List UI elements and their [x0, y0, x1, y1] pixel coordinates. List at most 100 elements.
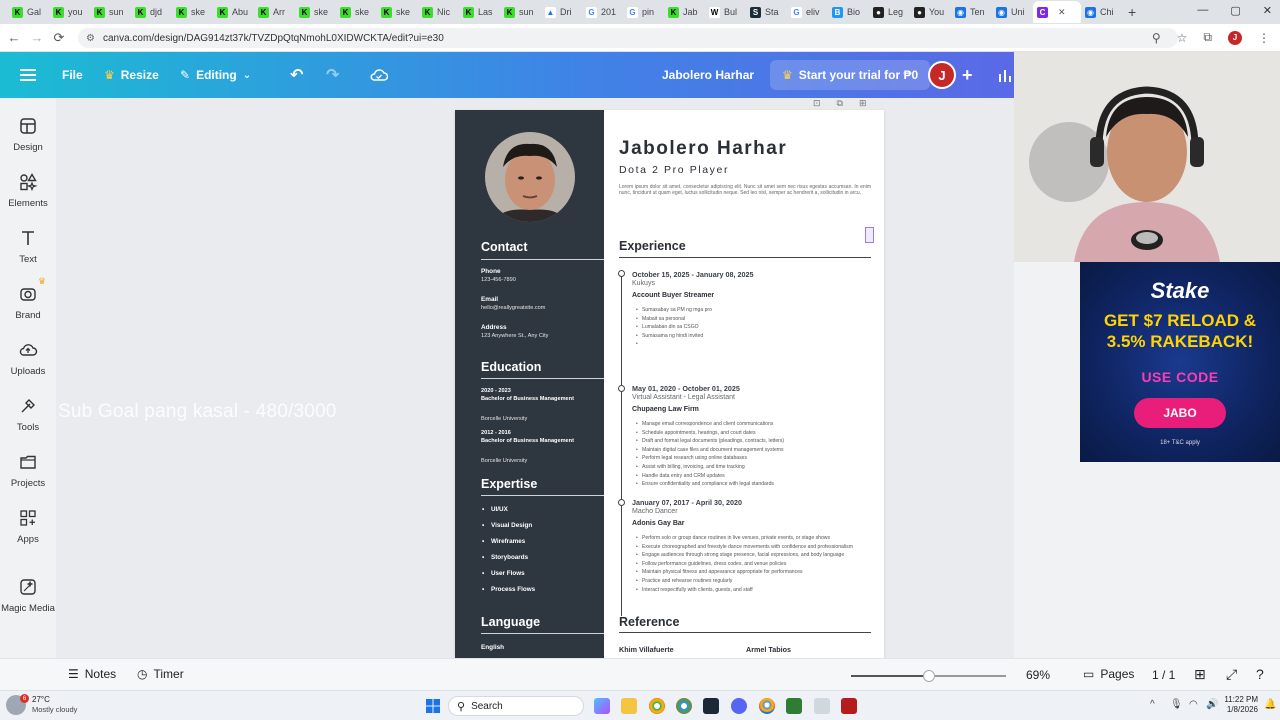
- weather-desc[interactable]: Mostly cloudy: [32, 705, 77, 714]
- job-duties[interactable]: Manage email correspondence and client c…: [636, 420, 872, 489]
- address-value[interactable]: 123 Anywhere St., Any City: [481, 333, 548, 340]
- sidebar-item-elements[interactable]: Elements: [0, 172, 56, 209]
- editing-mode-button[interactable]: ✎ Editing ⌄: [180, 52, 251, 98]
- windows-start-icon[interactable]: [426, 699, 440, 716]
- browser-tab[interactable]: Ksun: [500, 1, 541, 23]
- chrome-icon[interactable]: [649, 698, 665, 714]
- page-counter[interactable]: 1 / 1: [1152, 668, 1175, 682]
- email-value[interactable]: hello@reallygreatsite.com: [481, 305, 545, 312]
- browser-tab[interactable]: Kdjd: [131, 1, 172, 23]
- education-heading[interactable]: Education: [481, 360, 541, 374]
- grid-view-icon[interactable]: ⊞: [1194, 666, 1206, 683]
- pages-button[interactable]: ▭ Pages: [1083, 667, 1134, 681]
- start-trial-button[interactable]: ♛ Start your trial for ₱0: [770, 60, 931, 90]
- expertise-item[interactable]: User Flows: [482, 570, 524, 577]
- expertise-item[interactable]: Wireframes: [482, 538, 525, 545]
- job-dates[interactable]: October 15, 2025 - January 08, 2025: [632, 270, 753, 279]
- browser-tab[interactable]: K Jab: [664, 1, 705, 23]
- clock-time[interactable]: 11:22 PM: [1222, 695, 1258, 704]
- browser-tab[interactable]: ◉ Uni: [992, 1, 1033, 23]
- new-tab-icon[interactable]: +: [1128, 4, 1136, 20]
- address-label[interactable]: Address: [481, 324, 507, 331]
- expertise-item[interactable]: Process Flows: [482, 586, 535, 593]
- job-company[interactable]: Chupaeng Law Firm: [632, 406, 699, 413]
- zoom-icon[interactable]: ⚲: [1152, 31, 1161, 45]
- resize-button[interactable]: ♛ Resize: [104, 52, 159, 98]
- zoom-percent[interactable]: 69%: [1026, 668, 1050, 682]
- sidebar-item-design[interactable]: Design: [0, 116, 56, 153]
- sidebar-item-uploads[interactable]: Uploads: [0, 340, 56, 377]
- browser-tab[interactable]: W Bul: [705, 1, 746, 23]
- timer-button[interactable]: ◷ Timer: [137, 667, 184, 681]
- notes-button[interactable]: ☰ Notes: [68, 667, 116, 681]
- zoom-slider-handle[interactable]: [922, 670, 935, 682]
- discord-icon[interactable]: [731, 698, 747, 714]
- url-field[interactable]: ⚙ canva.com/design/DAG914zt37k/TVZDpQtqN…: [78, 28, 1178, 48]
- browser-tab[interactable]: G 201: [582, 1, 623, 23]
- browser-menu-icon[interactable]: ⋮: [1258, 31, 1270, 45]
- copilot-icon[interactable]: [594, 698, 610, 714]
- experience-heading[interactable]: Experience: [619, 239, 686, 253]
- browser-tab[interactable]: Kske: [295, 1, 336, 23]
- forward-icon[interactable]: →: [26, 30, 48, 45]
- browser-tab[interactable]: K Gal: [8, 1, 49, 23]
- sidebar-item-text[interactable]: Text: [0, 228, 56, 265]
- browser-tab[interactable]: Ksun: [90, 1, 131, 23]
- job-title[interactable]: Virtual Assistant - Legal Assistant: [632, 394, 735, 401]
- clock-date[interactable]: 1/8/2026: [1222, 705, 1258, 714]
- stake-ad-banner[interactable]: Stake GET $7 RELOAD & 3.5% RAKEBACK! USE…: [1080, 262, 1280, 462]
- steam-icon[interactable]: [703, 698, 719, 714]
- sidebar-item-projects[interactable]: Projects: [0, 452, 56, 489]
- close-window-icon[interactable]: ✕: [1263, 4, 1272, 17]
- taskbar-search[interactable]: ⚲ Search: [448, 696, 584, 716]
- resume-name[interactable]: Jabolero Harhar: [619, 138, 787, 160]
- microphone-icon[interactable]: 🎙: [1170, 699, 1183, 710]
- design-canvas[interactable]: ⊡ ⧉ ⊞ Contact Phone 123-456-7890 Email h…: [56, 98, 1014, 658]
- education-school[interactable]: Borcelle University: [481, 416, 527, 423]
- expertise-item[interactable]: Storyboards: [482, 554, 528, 561]
- menu-icon[interactable]: [20, 52, 36, 98]
- browser-tab[interactable]: ◉ Ten: [951, 1, 992, 23]
- browser-tab[interactable]: Kske: [377, 1, 418, 23]
- browser-tab[interactable]: ▲ Dri: [541, 1, 582, 23]
- document-title[interactable]: Jabolero Harhar: [662, 52, 754, 98]
- browser-tab[interactable]: Kske: [172, 1, 213, 23]
- selected-element-handle[interactable]: [865, 227, 874, 243]
- job-title[interactable]: Macho Dancer: [632, 508, 678, 515]
- education-degree[interactable]: Bachelor of Business Management: [481, 396, 576, 403]
- resume-role[interactable]: Dota 2 Pro Player: [619, 164, 729, 176]
- profile-avatar[interactable]: J: [1228, 30, 1242, 45]
- user-avatar[interactable]: J: [928, 61, 956, 89]
- duplicate-page-icon[interactable]: ⧉: [837, 98, 843, 109]
- zoom-slider[interactable]: [851, 670, 1006, 682]
- job-duties[interactable]: Perform solo or group dance routines in …: [636, 534, 872, 594]
- browser-tab[interactable]: K Nic: [418, 1, 459, 23]
- phone-value[interactable]: 123-456-7890: [481, 277, 516, 284]
- chrome-profile-icon[interactable]: [676, 698, 692, 714]
- browser-tab[interactable]: K Las: [459, 1, 500, 23]
- app-icon[interactable]: [786, 698, 802, 714]
- reload-icon[interactable]: ⟳: [48, 30, 70, 46]
- job-dates[interactable]: January 07, 2017 - April 30, 2020: [632, 498, 742, 507]
- site-info-icon[interactable]: ⚙: [86, 33, 95, 44]
- maximize-icon[interactable]: ▢: [1230, 4, 1240, 17]
- add-collaborator-icon[interactable]: +: [962, 52, 973, 98]
- volume-icon[interactable]: 🔊: [1206, 699, 1218, 710]
- insights-chart-icon[interactable]: [998, 52, 1012, 98]
- tray-chevron-icon[interactable]: ^: [1150, 699, 1155, 710]
- bookmark-star-icon[interactable]: ☆: [1177, 31, 1188, 45]
- resume-summary[interactable]: Lorem ipsum dolor sit amet, consectetur …: [619, 184, 871, 196]
- profile-photo[interactable]: [485, 132, 575, 222]
- education-years[interactable]: 2020 - 2023: [481, 388, 511, 395]
- browser-tab[interactable]: Kske: [336, 1, 377, 23]
- expertise-heading[interactable]: Expertise: [481, 477, 537, 491]
- browser-tab[interactable]: ◉ Chi: [1081, 1, 1122, 23]
- app-icon[interactable]: [841, 698, 857, 714]
- lock-page-icon[interactable]: ⊡: [813, 98, 821, 109]
- reference-heading[interactable]: Reference: [619, 615, 679, 629]
- job-title[interactable]: Kukuys: [632, 280, 655, 287]
- file-explorer-icon[interactable]: [621, 698, 637, 714]
- browser-tab[interactable]: B Bio: [828, 1, 869, 23]
- job-company[interactable]: Adonis Gay Bar: [632, 520, 685, 527]
- browser-tab[interactable]: K Abu: [213, 1, 254, 23]
